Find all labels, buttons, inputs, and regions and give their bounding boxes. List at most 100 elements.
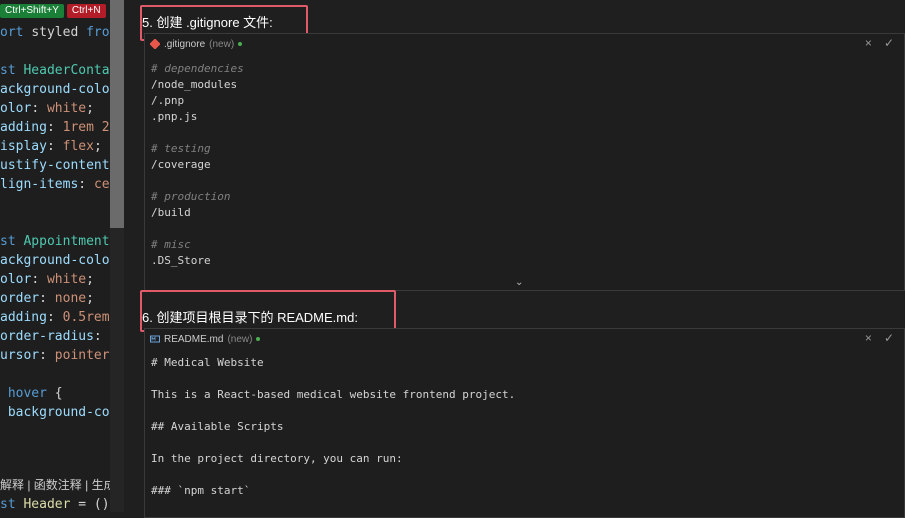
code-line: ackground-colo — [0, 80, 110, 99]
code-line: st HeaderContai — [0, 61, 110, 80]
git-file-icon — [150, 39, 160, 49]
code-line: /build — [151, 205, 898, 221]
code-token — [0, 405, 8, 420]
code-line: This is a React-based medical website fr… — [151, 387, 898, 403]
code-token: adding — [0, 120, 47, 135]
unsaved-dot-icon — [256, 337, 260, 341]
code-line: # dependencies — [151, 61, 898, 77]
code-line: olor: white; — [0, 270, 94, 289]
code-line — [151, 125, 898, 141]
expand-chevron-icon[interactable]: ⌄ — [515, 277, 523, 288]
codelens-actions[interactable]: 解释 | 函数注释 | 生成… — [0, 476, 110, 494]
code-line: # Medical Website — [151, 355, 898, 371]
code-token: AppointmentB — [23, 234, 110, 249]
code-token: st — [0, 234, 23, 249]
markdown-file-icon — [150, 334, 160, 344]
code-token: : — [78, 177, 94, 192]
code-editor[interactable]: Ctrl+Shift+Y Ctrl+N ort styled from st He… — [0, 0, 110, 512]
code-token: ; — [86, 272, 94, 287]
code-token: cen — [94, 177, 110, 192]
readme-code: # Medical Website This is a React-based m… — [145, 349, 904, 503]
reject-close-icon[interactable]: × — [865, 331, 872, 345]
code-line: # testing — [151, 141, 898, 157]
code-token: st — [0, 63, 23, 78]
code-token: ; — [86, 291, 94, 306]
code-line: /.pnp — [151, 93, 898, 109]
code-token: : — [47, 139, 63, 154]
unsaved-dot-icon — [238, 42, 242, 46]
code-line: ort styled from — [0, 23, 110, 42]
code-line: /node_modules — [151, 77, 898, 93]
reject-close-icon[interactable]: × — [865, 36, 872, 50]
gitignore-filename: .gitignore — [164, 39, 205, 50]
code-line — [151, 371, 898, 387]
readme-new-tag: (new) — [227, 334, 252, 345]
readme-filename: README.md — [164, 334, 223, 345]
code-token: : — [47, 310, 63, 325]
code-token: ursor — [0, 348, 39, 363]
pane-divider — [124, 0, 144, 512]
gitignore-card-header: .gitignore (new) × ✓ — [145, 34, 904, 54]
code-line: background-color — [0, 403, 110, 422]
code-line: adding: 1rem 2r — [0, 118, 110, 137]
code-token: ackground-colo — [0, 253, 110, 268]
code-token: : — [39, 291, 55, 306]
code-token: order-radius — [0, 329, 94, 344]
code-token — [0, 386, 8, 401]
code-token: 1rem 2r — [63, 120, 110, 135]
code-token: isplay — [0, 139, 47, 154]
code-token: white — [47, 101, 86, 116]
code-line — [151, 221, 898, 237]
code-line: .pnp.js — [151, 109, 898, 125]
code-line: ackground-colo — [0, 251, 110, 270]
code-token: white — [47, 272, 86, 287]
code-line: adding: 0.5rem 1r — [0, 308, 110, 327]
chat-panel: 5. 创建 .gitignore 文件: .gitignore (new) × … — [144, 0, 905, 512]
code-token: background-color — [8, 405, 110, 420]
code-line: ## Available Scripts — [151, 419, 898, 435]
code-token: st — [0, 497, 23, 512]
code-token: ort — [0, 25, 31, 40]
code-line: lign-items: cen — [0, 175, 110, 194]
code-line: st Header = () => — [0, 495, 110, 512]
readme-card-header: README.md (new) × ✓ — [145, 329, 904, 349]
code-line: st AppointmentB — [0, 232, 110, 251]
code-line: # misc — [151, 237, 898, 253]
code-line: olor: white; — [0, 99, 94, 118]
accept-check-icon[interactable]: ✓ — [884, 331, 894, 345]
code-token: flex — [63, 139, 94, 154]
editor-scrollbar[interactable] — [110, 0, 124, 512]
highlight-box-step6 — [140, 290, 396, 332]
code-token: lign-items — [0, 177, 78, 192]
code-line — [151, 467, 898, 483]
code-token: ustify-content: — [0, 158, 110, 173]
code-line: ### `npm start` — [151, 483, 898, 499]
code-line: hover { — [0, 384, 63, 403]
code-token: hover — [8, 386, 47, 401]
gitignore-code-card: .gitignore (new) × ✓ # dependencies/node… — [144, 33, 905, 291]
code-line: In the project directory, you can run: — [151, 451, 898, 467]
code-token: = () => — [70, 497, 110, 512]
code-token: from — [86, 25, 110, 40]
shortcut-accept[interactable]: Ctrl+Shift+Y — [0, 4, 64, 18]
code-token: ackground-colo — [0, 82, 110, 97]
code-token: 0.5rem 1r — [63, 310, 110, 325]
code-line — [151, 435, 898, 451]
code-line: ursor: pointer; — [0, 346, 110, 365]
code-line: /coverage — [151, 157, 898, 173]
gitignore-code: # dependencies/node_modules/.pnp.pnp.js #… — [145, 54, 904, 273]
shortcut-reject[interactable]: Ctrl+N — [67, 4, 106, 18]
code-token: : — [47, 120, 63, 135]
code-line: isplay: flex; — [0, 137, 102, 156]
code-token: ; — [86, 101, 94, 116]
accept-check-icon[interactable]: ✓ — [884, 36, 894, 50]
shortcut-hints: Ctrl+Shift+Y Ctrl+N — [0, 4, 106, 18]
code-token: : — [39, 348, 55, 363]
scrollbar-thumb[interactable] — [110, 0, 124, 228]
code-line: .DS_Store — [151, 253, 898, 269]
code-token: HeaderContai — [23, 63, 110, 78]
code-line: order: none; — [0, 289, 94, 308]
code-line — [151, 173, 898, 189]
code-token: : — [31, 101, 47, 116]
code-token: Header — [23, 497, 70, 512]
